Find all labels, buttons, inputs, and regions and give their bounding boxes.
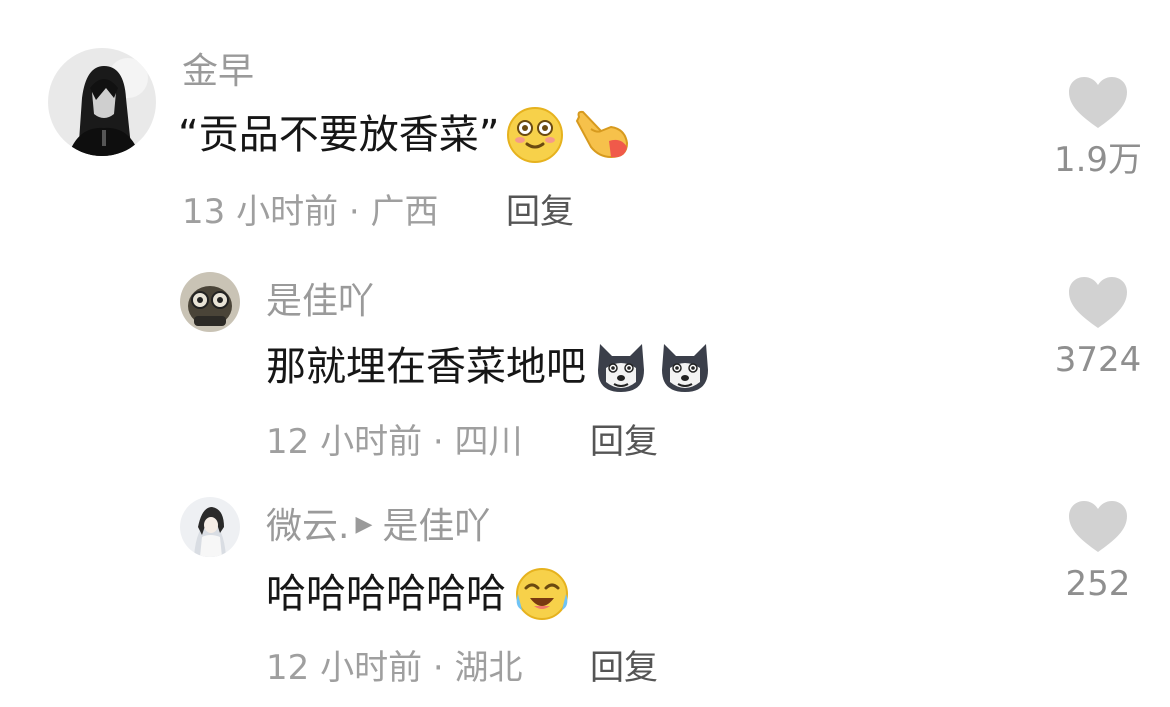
comment-author[interactable]: 是佳吖 xyxy=(266,280,374,324)
laugh-cry-emoji xyxy=(512,566,572,622)
reply-button[interactable]: 回复 xyxy=(590,420,658,464)
comment-author[interactable]: 金早 xyxy=(182,50,254,94)
like-button[interactable]: 1.9万 xyxy=(1023,76,1170,180)
reply-button[interactable]: 回复 xyxy=(506,190,574,234)
like-button[interactable]: 3724 xyxy=(1023,276,1170,380)
avatar[interactable] xyxy=(180,497,240,557)
comment-text: 哈哈哈哈哈哈 xyxy=(266,571,506,617)
avatar-image xyxy=(180,497,240,557)
comment-text-row: 哈哈哈哈哈哈 xyxy=(266,566,572,622)
like-count: 3724 xyxy=(1054,340,1142,380)
comment-text: “贡品不要放香菜” xyxy=(178,112,500,158)
comment-time-location: 13 小时前 · 广西 xyxy=(182,192,439,232)
husky-emoji xyxy=(656,338,714,396)
shy-smile-emoji xyxy=(505,106,565,164)
husky-emoji xyxy=(592,338,650,396)
comment-time-location: 12 小时前 · 四川 xyxy=(266,422,523,462)
comment-author-row: 微云. ▶ 是佳吖 xyxy=(266,505,490,550)
comment-text-row: “贡品不要放香菜” xyxy=(178,106,633,164)
comment-time-location: 12 小时前 · 湖北 xyxy=(266,648,523,688)
reply-to-author[interactable]: 是佳吖 xyxy=(382,506,490,547)
comment-text-row: 那就埋在香菜地吧 xyxy=(266,338,714,396)
avatar-image xyxy=(48,48,156,156)
reply-arrow-icon: ▶ xyxy=(355,512,373,537)
comment-text: 那就埋在香菜地吧 xyxy=(266,344,586,390)
avatar[interactable] xyxy=(180,272,240,332)
like-count: 252 xyxy=(1065,564,1131,604)
heart-icon xyxy=(1069,501,1127,552)
pointing-finger-emoji xyxy=(571,107,633,163)
like-count: 1.9万 xyxy=(1053,140,1143,180)
like-button[interactable]: 252 xyxy=(1023,500,1170,604)
heart-icon xyxy=(1069,77,1127,128)
avatar-image xyxy=(180,272,240,332)
reply-button[interactable]: 回复 xyxy=(590,646,658,690)
heart-icon xyxy=(1069,277,1127,328)
avatar[interactable] xyxy=(48,48,156,156)
comment-author[interactable]: 微云. xyxy=(266,506,349,547)
